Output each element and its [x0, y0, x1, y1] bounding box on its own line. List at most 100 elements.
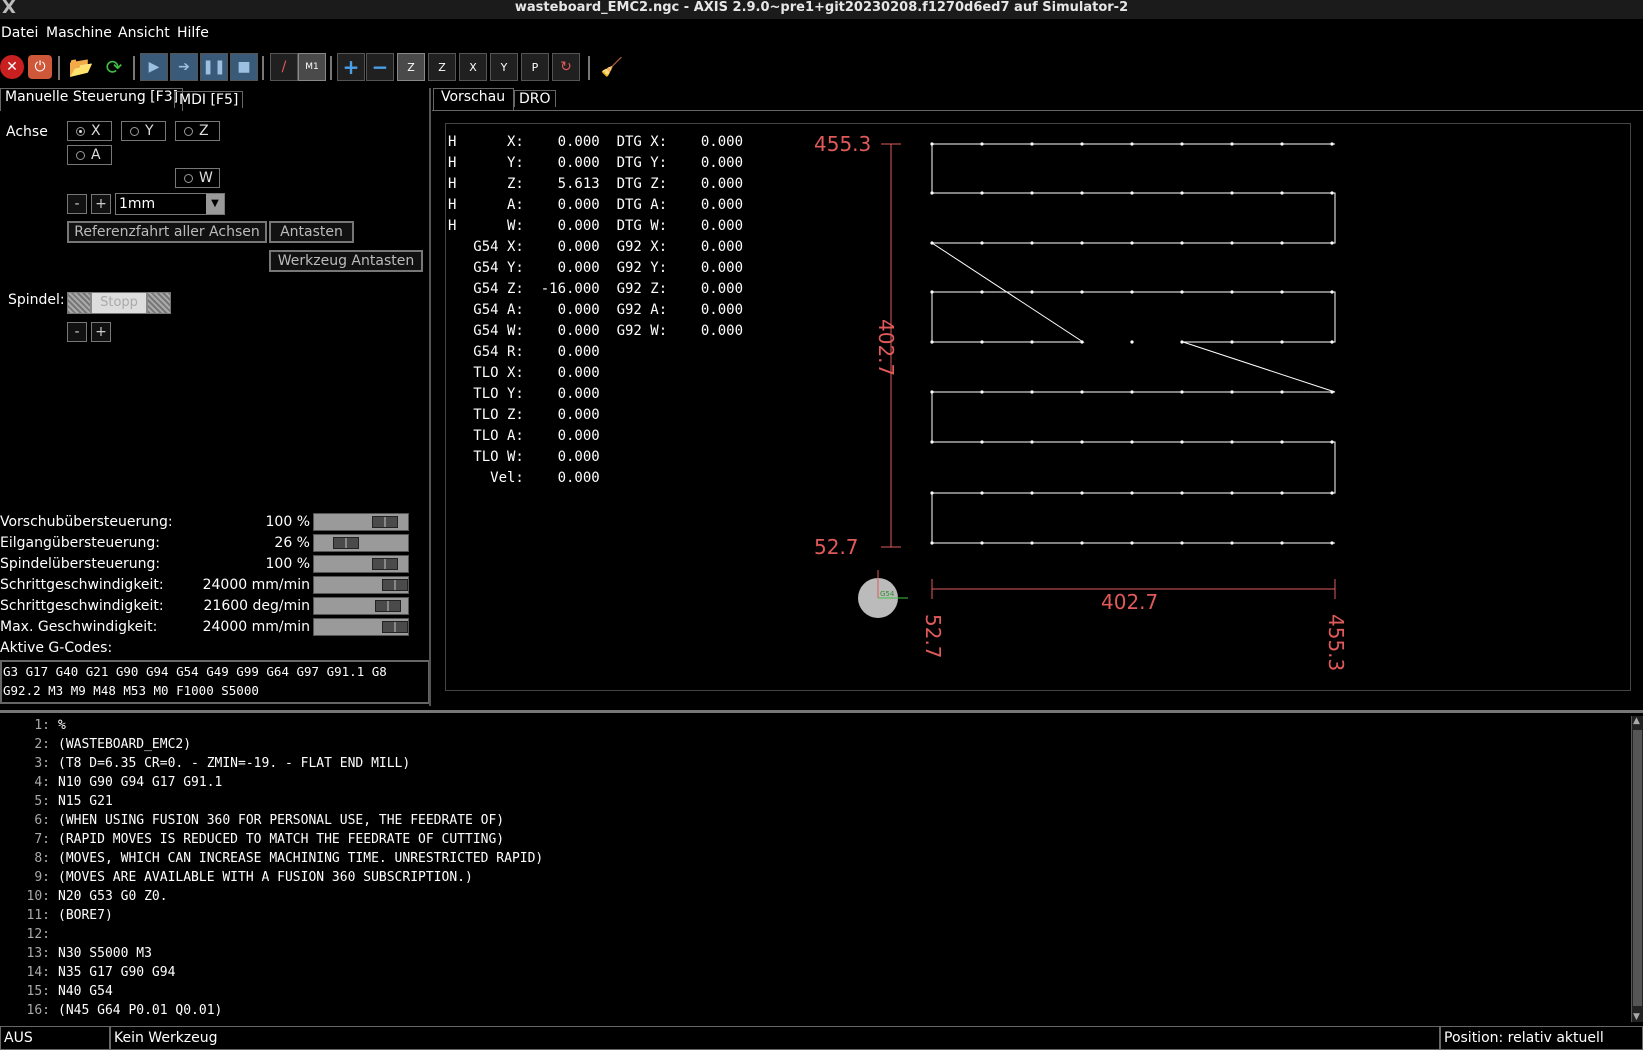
- touch-off-button[interactable]: Antasten: [269, 221, 354, 243]
- preview-canvas[interactable]: H X: 0.000 DTG X: 0.000 H Y: 0.000 DTG Y:…: [445, 123, 1631, 691]
- view-x-icon[interactable]: X: [459, 53, 487, 81]
- axis-label: Achse: [6, 124, 48, 140]
- gcode-line[interactable]: 10: N20 G53 G0 Z0.: [0, 889, 1600, 907]
- override-row: Schrittgeschwindigkeit: 21600 deg/min: [0, 597, 410, 617]
- pane-divider[interactable]: [429, 88, 431, 706]
- open-file-icon[interactable]: 📂: [67, 53, 95, 81]
- scroll-thumb[interactable]: [1633, 730, 1642, 1006]
- tab-preview[interactable]: Vorschau: [433, 88, 515, 111]
- menu-datei[interactable]: Datei: [1, 25, 38, 41]
- axis-radio-z[interactable]: Z: [175, 121, 220, 141]
- scroll-up-icon[interactable]: ▲: [1633, 716, 1640, 726]
- toolpath-point: [980, 241, 984, 245]
- tool-touch-off-button[interactable]: Werkzeug Antasten: [269, 250, 423, 272]
- gcode-line[interactable]: 12:: [0, 927, 1600, 945]
- gcode-line-number: 14:: [26, 965, 50, 980]
- rotate-icon[interactable]: ↻: [552, 53, 580, 81]
- view-z2-icon[interactable]: Z: [428, 53, 456, 81]
- view-z-icon[interactable]: Z: [397, 53, 425, 81]
- menu-ansicht[interactable]: Ansicht: [118, 25, 170, 41]
- pause-icon[interactable]: ❚❚: [200, 53, 228, 81]
- gcode-line[interactable]: 5: N15 G21: [0, 794, 1600, 812]
- slider-knob[interactable]: [375, 600, 401, 612]
- tab-manual-control[interactable]: Manuelle Steuerung [F3]: [0, 88, 184, 111]
- spindle-plus-button[interactable]: +: [91, 322, 111, 342]
- axis-radio-y[interactable]: Y: [121, 121, 166, 141]
- estop-icon[interactable]: ✕: [0, 55, 24, 79]
- scroll-down-icon[interactable]: ▼: [1633, 1012, 1640, 1022]
- menu-maschine[interactable]: Maschine: [46, 25, 112, 41]
- slider-knob[interactable]: [372, 558, 398, 570]
- chevron-down-icon[interactable]: ▼: [206, 194, 224, 214]
- gcode-line[interactable]: 8: (MOVES, WHICH CAN INCREASE MACHINING T…: [0, 851, 1600, 869]
- toolpath-point: [930, 390, 934, 394]
- override-slider[interactable]: [313, 618, 409, 636]
- stop-icon[interactable]: ■: [230, 53, 258, 81]
- tab-mdi[interactable]: MDI [F5]: [174, 91, 244, 108]
- jog-plus-button[interactable]: +: [91, 194, 111, 214]
- toolpath-plot: 455.3 52.7 402.7 402.7 52.7 455.3 G54: [814, 132, 1348, 671]
- gcode-line[interactable]: 1:%: [0, 718, 1600, 736]
- gcode-line[interactable]: 6: (WHEN USING FUSION 360 FOR PERSONAL US…: [0, 813, 1600, 831]
- machine-power-icon[interactable]: ⏻: [28, 55, 52, 79]
- run-icon[interactable]: ▶: [140, 53, 168, 81]
- override-value: 21600 deg/min: [203, 598, 311, 614]
- gcode-listing[interactable]: 1:% 2: (WASTEBOARD_EMC2) 3: (T8 D=6.35 CR=0.…: [0, 716, 1630, 1022]
- view-p-icon[interactable]: P: [521, 53, 549, 81]
- toolpath-point: [1030, 440, 1034, 444]
- gcode-line[interactable]: 11: (BORE7): [0, 908, 1600, 926]
- step-icon[interactable]: ➔: [170, 53, 198, 81]
- toolpath-point: [930, 142, 934, 146]
- increment-select[interactable]: 1mm ▼: [115, 193, 225, 215]
- gcode-line-text: (BORE7): [58, 908, 113, 923]
- toolpath-point: [1180, 491, 1184, 495]
- toolpath-point: [1280, 241, 1284, 245]
- view-y-icon[interactable]: Y: [490, 53, 518, 81]
- gcode-line-text: (MOVES, WHICH CAN INCREASE MACHINING TIM…: [58, 851, 544, 866]
- block-delete-icon[interactable]: /: [270, 53, 298, 81]
- status-tool: Kein Werkzeug: [110, 1026, 1440, 1050]
- tab-underline: [432, 110, 1643, 111]
- spindle-reverse-button[interactable]: [68, 293, 90, 313]
- menu-hilfe[interactable]: Hilfe: [177, 25, 209, 41]
- gcode-line-text: N10 G90 G94 G17 G91.1: [58, 775, 223, 790]
- slider-knob[interactable]: [333, 537, 359, 549]
- reload-icon[interactable]: ⟳: [100, 53, 128, 81]
- zoom-in-icon[interactable]: +: [337, 53, 365, 81]
- gcode-line[interactable]: 2: (WASTEBOARD_EMC2): [0, 737, 1600, 755]
- clear-backplot-icon[interactable]: 🧹: [598, 53, 626, 81]
- override-slider[interactable]: [313, 576, 409, 594]
- toolpath-point: [1180, 340, 1184, 344]
- override-slider[interactable]: [313, 534, 409, 552]
- home-all-button[interactable]: Referenzfahrt aller Achsen: [67, 221, 267, 243]
- jog-minus-button[interactable]: -: [67, 194, 87, 214]
- axis-radio-x[interactable]: X: [67, 121, 112, 141]
- gcode-line[interactable]: 15: N40 G54: [0, 984, 1600, 1002]
- gcode-line[interactable]: 9: (MOVES ARE AVAILABLE WITH A FUSION 360…: [0, 870, 1600, 888]
- gcode-line[interactable]: 14: N35 G17 G90 G94: [0, 965, 1600, 983]
- origin-label: G54: [880, 590, 895, 598]
- gcode-line[interactable]: 13: N30 S5000 M3: [0, 946, 1600, 964]
- override-slider[interactable]: [313, 555, 409, 573]
- axis-radio-a[interactable]: A: [67, 145, 112, 165]
- spindle-minus-button[interactable]: -: [67, 322, 87, 342]
- gcode-line[interactable]: 3: (T8 D=6.35 CR=0. - ZMIN=-19. - FLAT EN…: [0, 756, 1600, 774]
- gcode-scrollbar[interactable]: ▲ ▼: [1631, 716, 1643, 1022]
- optional-stop-icon[interactable]: M1: [298, 53, 326, 81]
- zoom-out-icon[interactable]: −: [366, 53, 394, 81]
- toolpath-point: [1130, 541, 1134, 545]
- gcode-line[interactable]: 7: (RAPID MOVES IS REDUCED TO MATCH THE F…: [0, 832, 1600, 850]
- gcode-line[interactable]: 16: (N45 G64 P0.01 Q0.01): [0, 1003, 1600, 1021]
- spindle-forward-button[interactable]: [148, 293, 170, 313]
- gcode-line[interactable]: 4: N10 G90 G94 G17 G91.1: [0, 775, 1600, 793]
- slider-knob[interactable]: [382, 621, 408, 633]
- override-slider[interactable]: [313, 597, 409, 615]
- spindle-stop-button[interactable]: Stopp: [92, 293, 146, 313]
- dimension-x-span: 402.7: [1101, 590, 1158, 614]
- slider-knob[interactable]: [372, 516, 398, 528]
- override-slider[interactable]: [313, 513, 409, 531]
- pane-splitter[interactable]: [0, 710, 1643, 713]
- axis-radio-w[interactable]: W: [175, 168, 220, 188]
- slider-knob[interactable]: [382, 579, 408, 591]
- tab-dro[interactable]: DRO: [514, 90, 556, 107]
